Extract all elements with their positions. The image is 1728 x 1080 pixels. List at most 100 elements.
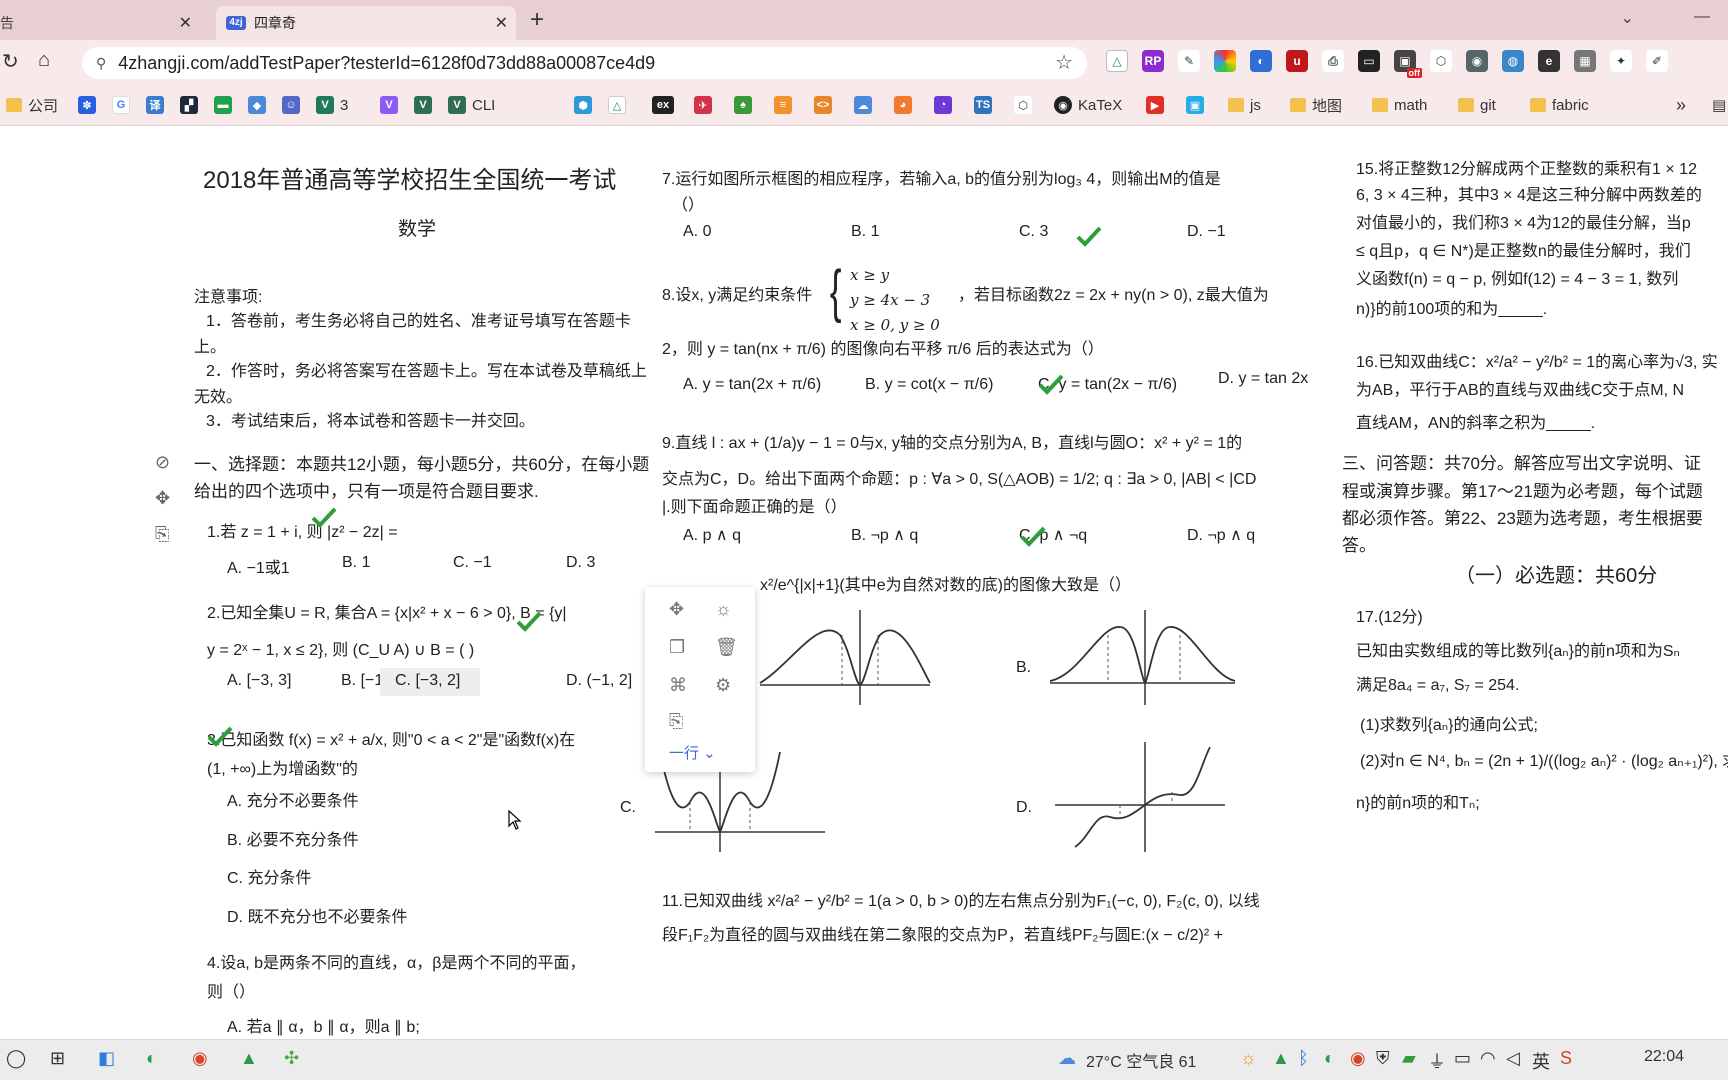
q8-option-b[interactable]: B. y = cot(x − π/6) <box>865 376 993 394</box>
bookmark-hex[interactable]: ⬢ <box>574 93 592 117</box>
task-view-icon[interactable]: ⊞ <box>50 1048 65 1069</box>
site-info-icon[interactable]: ⚲ <box>96 55 106 72</box>
extension-triangle-icon[interactable]: △ <box>1106 50 1128 72</box>
bookmark-v3[interactable]: V3 <box>316 93 348 117</box>
question-17[interactable]: 17.(12分) <box>1356 605 1423 631</box>
tray-s-icon[interactable]: S <box>1560 1048 1572 1069</box>
q7-option-a[interactable]: A. 0 <box>683 223 711 241</box>
q7-option-c[interactable]: C. 3 <box>1019 223 1048 241</box>
edit-pen-icon[interactable]: ✐ <box>1646 50 1668 72</box>
question-4[interactable]: 4.设a, b是两条不同的直线，α，β是两个不同的平面， <box>207 951 637 977</box>
bookmark-ghost[interactable]: ☺ <box>282 93 300 117</box>
extension-print-icon[interactable]: ⎙ <box>1322 50 1344 72</box>
tab-active[interactable]: 4zj 四章奇 ✕ <box>216 6 516 40</box>
bookmark-layers[interactable]: ≡ <box>774 93 792 117</box>
clock-time[interactable]: 22:04 <box>1644 1048 1684 1066</box>
nvidia-icon[interactable]: ▰ <box>1402 1048 1416 1069</box>
lightbulb-icon[interactable]: ☼ <box>715 599 732 620</box>
q8-option-d[interactable]: D. y = tan 2x <box>1218 370 1308 388</box>
question-10[interactable]: x²/e^{|x|+1}(其中e为自然对数的底)的图像大致是（） <box>760 573 1131 599</box>
q1-option-b[interactable]: B. 1 <box>342 554 370 572</box>
tab-inactive[interactable]: 告 ✕ <box>0 6 200 40</box>
more-bookmarks-icon[interactable]: » <box>1676 93 1686 117</box>
q3-option-a[interactable]: A. 充分不必要条件 <box>227 787 359 811</box>
q2-option-d[interactable]: D. (−1, 2] <box>566 672 632 690</box>
bookmark-cloud[interactable]: ☁ <box>854 93 872 117</box>
search-icon[interactable]: ◯ <box>6 1048 26 1069</box>
bookmark-dark[interactable]: ▞ <box>180 93 198 117</box>
settings-icon[interactable]: ⚙ <box>715 675 731 696</box>
bookmark-bird[interactable]: ✈ <box>694 93 712 117</box>
question-9[interactable]: 9.直线 l : ax + (1/a)y − 1 = 0与x, y轴的交点分别为… <box>662 431 1442 457</box>
close-tab-icon[interactable]: ✕ <box>495 13 508 33</box>
bookmark-folder-map[interactable]: 地图 <box>1290 93 1342 117</box>
extension-grid-icon[interactable]: ▦ <box>1574 50 1596 72</box>
q3-option-b[interactable]: B. 必要不充分条件 <box>227 826 359 850</box>
question-2[interactable]: 2.已知全集U = R, 集合A = {x|x² + x − 6 > 0}, B… <box>207 601 637 627</box>
q8-option-a[interactable]: A. y = tan(2x + π/6) <box>683 376 821 394</box>
copy-icon[interactable]: ❐ <box>669 637 685 658</box>
ublock-icon[interactable]: u <box>1286 50 1308 72</box>
microphone-icon[interactable]: ⏚ <box>1428 1048 1446 1074</box>
q2-option-c[interactable]: C. [−3, 2] <box>380 668 480 696</box>
bookmark-folder-math[interactable]: math <box>1372 93 1427 117</box>
bookmark-vite[interactable]: V <box>380 93 398 117</box>
bookmark-bilibili[interactable]: ▣ <box>1186 93 1204 117</box>
bookmark-orange[interactable]: ◕ <box>894 93 912 117</box>
minimize-icon[interactable]: — <box>1694 8 1710 28</box>
move-icon[interactable]: ✥ <box>669 599 684 620</box>
globe-icon[interactable]: ◍ <box>1502 50 1524 72</box>
delete-icon[interactable]: 🗑 <box>715 637 738 658</box>
wifi-icon[interactable]: ◠ <box>1480 1048 1496 1069</box>
home-icon[interactable]: ⌂ <box>38 49 50 72</box>
bookmark-vue[interactable]: V <box>414 93 432 117</box>
bookmark-folder-git[interactable]: git <box>1458 93 1496 117</box>
bookmark-ts[interactable]: TS <box>974 93 992 117</box>
weather-text[interactable]: 27°C 空气良 61 <box>1086 1048 1196 1072</box>
terminal-icon[interactable]: ▭ <box>1358 50 1380 72</box>
camera-icon[interactable]: ⌘ <box>669 675 687 696</box>
extension-circle-icon[interactable]: ◉ <box>1466 50 1488 72</box>
q3-option-c[interactable]: C. 充分条件 <box>227 864 311 888</box>
address-bar[interactable]: ⚲ 4zhangji.com/addTestPaper?testerId=612… <box>82 47 1087 79</box>
tab-search-icon[interactable]: ⌄ <box>1621 8 1634 28</box>
bookmark-google[interactable]: G <box>112 93 130 117</box>
tray-shield-icon[interactable]: ⛨ <box>1376 1048 1390 1069</box>
bookmark-folder-company[interactable]: 公司 <box>6 93 58 117</box>
q9-option-d[interactable]: D. ¬p ∧ q <box>1187 525 1255 545</box>
bookmark-green[interactable]: ▬ <box>214 93 232 117</box>
bookmark-ex[interactable]: ex <box>652 93 674 117</box>
q4-option-a[interactable]: A. 若a ∥ α，b ∥ α，则a ∥ b; <box>227 1013 420 1037</box>
question-11[interactable]: 11.已知双曲线 x²/a² − y²/b² = 1(a > 0, b > 0)… <box>662 889 1442 915</box>
bookmark-baidu[interactable]: ✽ <box>78 93 96 117</box>
question-1[interactable]: 1.若 z = 1 + i, 则 |z² − 2z| = <box>207 520 398 546</box>
bookmark-translate[interactable]: 译 <box>146 93 164 117</box>
bookmark-youtube[interactable]: ▶ <box>1146 93 1164 117</box>
bookmark-leaf[interactable]: ♠ <box>734 93 752 117</box>
extension-e-icon[interactable]: e <box>1538 50 1560 72</box>
tray-wechat-icon[interactable]: ◐ <box>1324 1048 1335 1069</box>
bookmark-star-icon[interactable]: ☆ <box>1055 50 1073 75</box>
q9-option-b[interactable]: B. ¬p ∧ q <box>851 525 918 545</box>
bookmark-box[interactable]: ⬡ <box>1014 93 1032 117</box>
move-icon[interactable]: ✥ <box>155 488 170 509</box>
question-16[interactable]: 16.已知双曲线C：x²/a² − y²/b² = 1的离心率为√3, 实 <box>1356 350 1718 376</box>
extension-off-icon[interactable]: ▣ off <box>1394 50 1422 78</box>
question-7[interactable]: 7.运行如图所示框图的相应程序，若输入a, b的值分别为log₃ 4，则输出M的… <box>662 167 1422 193</box>
tray-sun-icon[interactable]: ☼ <box>1240 1048 1257 1069</box>
q9-option-a[interactable]: A. p ∧ q <box>683 525 741 545</box>
bookmark-folder-js[interactable]: js <box>1228 93 1261 117</box>
reading-list-icon[interactable]: ▤ <box>1712 93 1726 117</box>
hide-icon[interactable]: ⊘ <box>155 452 170 473</box>
bookmark-blue[interactable]: ◆ <box>248 93 266 117</box>
cube-icon[interactable]: ⬡ <box>1430 50 1452 72</box>
app-leaf-icon[interactable]: ✣ <box>284 1048 299 1069</box>
extensions-puzzle-icon[interactable]: ✦ <box>1610 50 1632 72</box>
bookmark-katex[interactable]: ◉ KaTeX <box>1054 93 1122 117</box>
chrome-icon[interactable]: ◉ <box>192 1048 208 1069</box>
q7-option-d[interactable]: D. −1 <box>1187 223 1226 241</box>
bluetooth-icon[interactable]: ᛒ <box>1298 1048 1309 1069</box>
q1-option-d[interactable]: D. 3 <box>566 554 595 572</box>
battery-icon[interactable]: ▭ <box>1454 1048 1471 1069</box>
layout-row-select[interactable]: 一行 ⌄ <box>669 742 716 763</box>
